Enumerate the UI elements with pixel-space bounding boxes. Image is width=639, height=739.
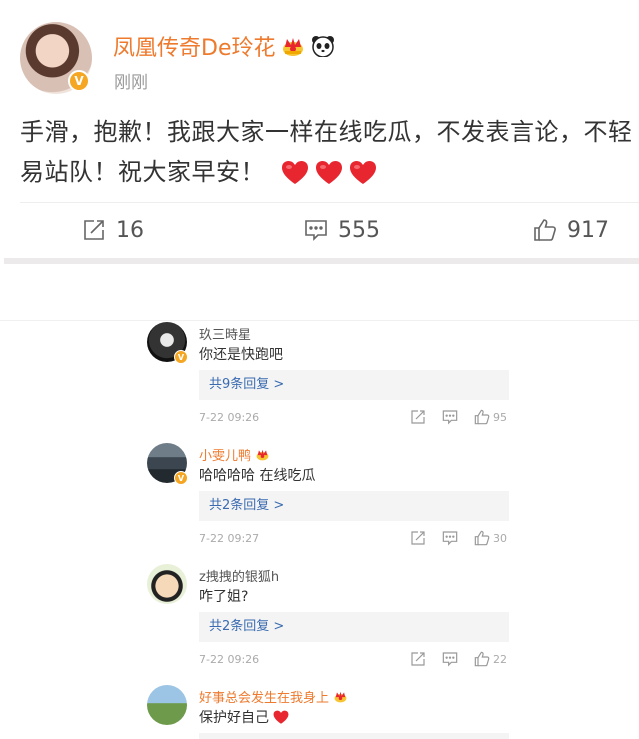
- repost-count: 16: [116, 217, 144, 243]
- thumbs-up-icon: [474, 651, 490, 667]
- comment-icon[interactable]: [442, 409, 458, 425]
- comment-time: 7-22 09:26: [199, 653, 260, 666]
- commenter-name[interactable]: 小雯儿鸭: [199, 445, 270, 464]
- comment-text: 保护好自己: [199, 707, 289, 727]
- post-content: 手滑，抱歉！我跟大家一样在线吃瓜，不发表言论，不轻易站队！祝大家早安！: [20, 112, 636, 192]
- comment-text: 你还是快跑吧: [199, 347, 283, 363]
- heart-icon: [282, 161, 309, 184]
- repost-icon[interactable]: [410, 530, 426, 546]
- comment-icon[interactable]: [442, 530, 458, 546]
- like-count: 917: [567, 217, 609, 243]
- heart-icon: [350, 161, 377, 184]
- post-time: 刚刚: [114, 73, 148, 93]
- crown-icon: [256, 449, 269, 461]
- repost-button[interactable]: 16: [82, 205, 144, 255]
- comment-icon: [305, 220, 327, 241]
- view-replies-link[interactable]: 共2条回复 >: [199, 612, 509, 642]
- comment-like-button[interactable]: 22: [474, 651, 507, 667]
- commenter-avatar[interactable]: [147, 685, 187, 725]
- comment-icon[interactable]: [442, 651, 458, 667]
- comment-time: 7-22 09:26: [199, 411, 260, 424]
- commenter-name[interactable]: 玖三時星: [199, 324, 251, 343]
- comment-time: 7-22 09:27: [199, 532, 260, 545]
- commenter-avatar[interactable]: [147, 564, 187, 604]
- thumbs-up-icon: [474, 409, 490, 425]
- commenter-name-text[interactable]: 小雯儿鸭: [199, 445, 251, 464]
- poster-name-text[interactable]: 凤凰传奇De玲花: [113, 30, 275, 62]
- post-action-bar: 16 555 917: [0, 205, 639, 255]
- repost-icon[interactable]: [410, 651, 426, 667]
- like-button[interactable]: 917: [533, 205, 609, 255]
- view-replies-link[interactable]: 共2条回复 >: [199, 491, 509, 521]
- panda-icon: [312, 36, 335, 57]
- view-replies-link[interactable]: [199, 733, 509, 739]
- commenter-name[interactable]: z拽拽的银狐h: [199, 566, 279, 585]
- comment-like-count: 22: [493, 652, 507, 666]
- crown-icon: [283, 38, 304, 56]
- comment-text-content: 保护好自己: [199, 710, 269, 726]
- heart-icon: [273, 710, 289, 724]
- verified-badge-icon: V: [68, 70, 90, 92]
- comment-actions: 22: [410, 651, 507, 667]
- comment-actions: 30: [410, 530, 507, 546]
- thumbs-up-icon: [534, 219, 556, 241]
- comment-actions: 95: [410, 409, 507, 425]
- commenter-name[interactable]: 好事总会发生在我身上: [199, 687, 348, 706]
- thumbs-up-icon: [474, 530, 490, 546]
- poster-username[interactable]: 凤凰传奇De玲花: [113, 30, 335, 62]
- crown-icon: [334, 691, 347, 703]
- verified-badge-icon: V: [174, 471, 188, 485]
- repost-icon: [84, 220, 104, 240]
- comment-like-button[interactable]: 95: [474, 409, 507, 425]
- section-divider: [4, 258, 639, 264]
- comment-text: 咋了姐?: [199, 589, 249, 605]
- divider: [0, 320, 639, 321]
- verified-badge-icon: V: [174, 350, 188, 364]
- comment-button[interactable]: 555: [304, 205, 380, 255]
- repost-icon[interactable]: [410, 409, 426, 425]
- heart-icon: [316, 161, 343, 184]
- comment-text: 哈哈哈哈 在线吃瓜: [199, 468, 316, 484]
- comment-like-count: 95: [493, 410, 507, 424]
- view-replies-link[interactable]: 共9条回复 >: [199, 370, 509, 400]
- heart-emojis: [281, 160, 377, 186]
- commenter-name-text[interactable]: 好事总会发生在我身上: [199, 687, 329, 706]
- comment-like-count: 30: [493, 531, 507, 545]
- divider: [20, 202, 639, 203]
- comment-count: 555: [338, 217, 380, 243]
- weibo-post: V 凤凰传奇De玲花 刚刚 手滑，抱歉！我跟大家一样在线吃瓜，不发表言论，不轻易…: [0, 0, 639, 264]
- comment-like-button[interactable]: 30: [474, 530, 507, 546]
